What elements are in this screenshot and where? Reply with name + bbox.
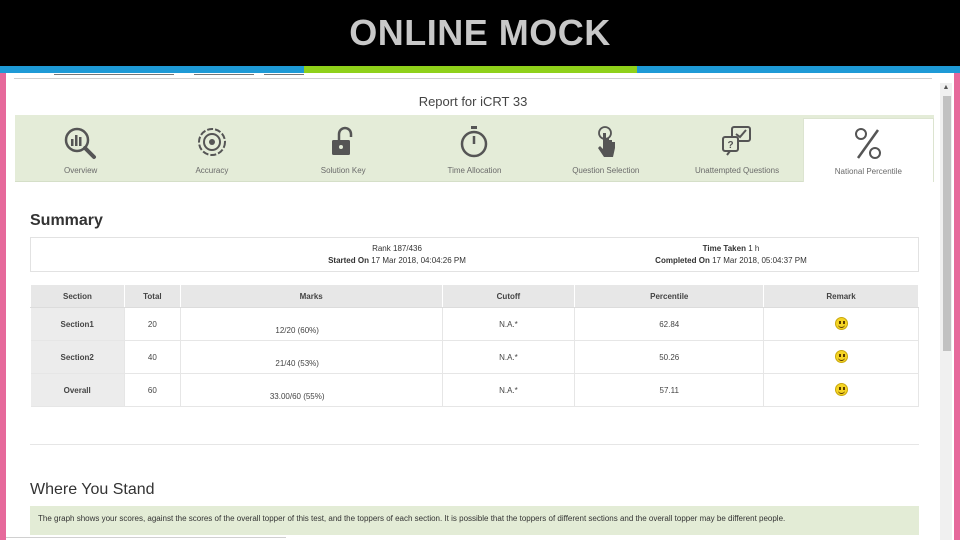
stopwatch-icon — [461, 126, 488, 158]
tab-label: Accuracy — [195, 166, 229, 175]
tab-label: Overview — [63, 166, 98, 175]
started-value: 17 Mar 2018, 04:04:26 PM — [371, 256, 466, 265]
col-header-total: Total — [123, 284, 181, 308]
col-header-cutoff: Cutoff — [441, 284, 576, 308]
table-row: Section1 20 12/20 (60%) N.A.* 62.84 — [30, 307, 919, 341]
tap-finger-icon — [597, 126, 615, 157]
tab-label: Unattempted Questions — [695, 166, 780, 175]
cell-section: Section2 — [30, 340, 125, 374]
col-header-section: Section — [30, 284, 125, 308]
tab-label: National Percentile — [834, 167, 902, 176]
svg-text:?: ? — [728, 140, 734, 151]
tab-overview[interactable]: Overview — [15, 115, 146, 182]
cell-cutoff: N.A.* — [442, 373, 576, 407]
slide-title-bar: ONLINE MOCK — [0, 0, 960, 66]
cell-total: 40 — [124, 340, 181, 374]
marks-value: 33.00/60 (55%) — [269, 391, 325, 401]
tab-label: Time Allocation — [447, 166, 502, 175]
cell-total: 20 — [124, 307, 181, 341]
cropped-browser-bar — [14, 73, 932, 79]
smiley-icon — [834, 349, 848, 363]
time-info: Time Taken 1 h Completed On 17 Mar 2018,… — [581, 243, 881, 267]
report-screenshot: ▲ Report for iCRT 33 Overview Accuracy S… — [6, 73, 954, 540]
bottom-divider — [6, 537, 286, 538]
col-header-remark: Remark — [763, 284, 919, 308]
rank-info: Rank 187/436 Started On 17 Mar 2018, 04:… — [247, 243, 547, 267]
marks-value: 12/20 (60%) — [275, 325, 319, 335]
cell-total: 60 — [124, 373, 181, 407]
report-title: Report for iCRT 33 — [418, 94, 528, 109]
magnifier-chart-icon — [64, 127, 96, 159]
table-row: Overall 60 33.00/60 (55%) N.A.* 57.11 — [30, 373, 919, 407]
col-header-marks: Marks — [179, 284, 443, 308]
cell-remark — [763, 307, 919, 341]
summary-info-box: Rank 187/436 Started On 17 Mar 2018, 04:… — [30, 237, 919, 272]
table-row: Section2 40 21/40 (53%) N.A.* 50.26 — [30, 340, 919, 374]
report-tabs: Overview Accuracy Solution Key Time Allo… — [15, 115, 934, 182]
completed-label: Completed On — [655, 256, 710, 265]
time-taken-value: 1 h — [748, 244, 760, 253]
section-marks-table: Section Total Marks Cutoff Percentile Re… — [30, 284, 919, 407]
marks-value: 21/40 (53%) — [275, 358, 319, 368]
unlock-icon — [332, 126, 353, 155]
cell-remark — [763, 373, 919, 407]
scroll-up-arrow-icon[interactable]: ▲ — [941, 83, 951, 93]
section-divider — [30, 444, 919, 445]
target-icon — [197, 128, 226, 156]
cell-remark — [763, 340, 919, 374]
cell-percentile: 57.11 — [574, 373, 765, 407]
completed-value: 17 Mar 2018, 05:04:37 PM — [712, 256, 807, 265]
tab-national-percentile[interactable]: National Percentile — [802, 118, 934, 182]
slide-title: ONLINE MOCK — [349, 12, 611, 53]
accent-stripe-blue-left — [0, 66, 304, 73]
tab-solution-key[interactable]: Solution Key — [278, 115, 409, 182]
cell-cutoff: N.A.* — [442, 307, 576, 341]
tab-time-allocation[interactable]: Time Allocation — [409, 115, 540, 182]
summary-heading: Summary — [30, 212, 103, 229]
question-chat-icon: ? — [722, 126, 752, 156]
tab-label: Solution Key — [320, 166, 366, 175]
tab-question-selection[interactable]: Question Selection — [540, 115, 671, 182]
cell-percentile: 62.84 — [574, 307, 765, 341]
started-label: Started On — [328, 256, 369, 265]
cell-marks: 12/20 (60%) — [180, 307, 443, 341]
rank-value: 187/436 — [393, 244, 422, 253]
graph-explanation-note: The graph shows your scores, against the… — [30, 506, 919, 535]
cell-section: Overall — [30, 373, 125, 407]
cell-section: Section1 — [30, 307, 125, 341]
time-taken-label: Time Taken — [702, 244, 746, 253]
tab-accuracy[interactable]: Accuracy — [146, 115, 277, 182]
table-header-row: Section Total Marks Cutoff Percentile Re… — [30, 284, 919, 308]
cell-marks: 33.00/60 (55%) — [180, 373, 443, 407]
cell-percentile: 50.26 — [574, 340, 765, 374]
pink-edge-right — [954, 73, 960, 540]
smiley-icon — [834, 316, 848, 330]
cell-cutoff: N.A.* — [442, 340, 576, 374]
cell-marks: 21/40 (53%) — [180, 340, 443, 374]
scrollbar-thumb[interactable] — [943, 96, 951, 351]
where-you-stand-heading: Where You Stand — [30, 481, 155, 498]
col-header-percentile: Percentile — [574, 284, 765, 308]
rank-label: Rank — [372, 244, 391, 253]
accent-stripe-green — [304, 66, 637, 73]
percent-icon — [855, 128, 882, 159]
tab-label: Question Selection — [572, 166, 640, 175]
smiley-icon — [834, 382, 848, 396]
accent-stripe-blue-right — [637, 66, 960, 73]
tab-unattempted-questions[interactable]: ? Unattempted Questions — [671, 115, 802, 182]
